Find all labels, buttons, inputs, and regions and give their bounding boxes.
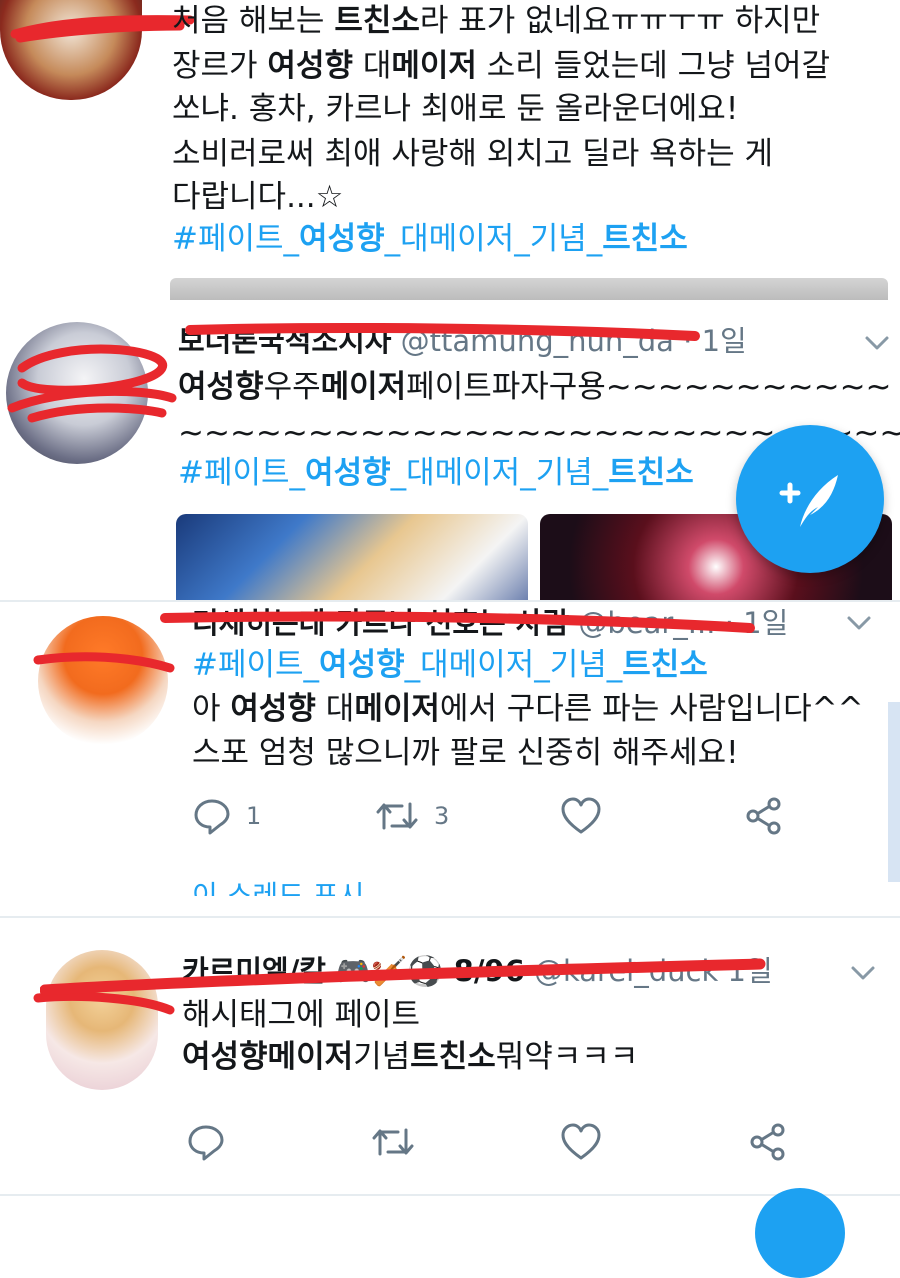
avatar[interactable] bbox=[0, 0, 142, 100]
tweet-text-line: 장르가 여성향 대메이저 소리 들었는데 그냥 넘어갈 bbox=[172, 48, 831, 84]
divider bbox=[0, 1194, 900, 1196]
tweet-text-line: 쏘냐. 홍차, 카르나 최애로 둔 올라운더에요! bbox=[172, 91, 739, 127]
reply-button[interactable]: 1 bbox=[192, 796, 261, 836]
tweet-text-line: 아 여성향 대메이저에서 구다른 파는 사람입니다^^ bbox=[192, 691, 864, 727]
show-thread-link[interactable]: 이 스레드 표시 bbox=[192, 874, 364, 896]
hashtag-link[interactable]: #페이트_여성향_대메이저_기념_트친소 bbox=[172, 218, 688, 260]
reply-icon bbox=[194, 799, 230, 835]
retweet-icon bbox=[376, 802, 418, 830]
author-handle[interactable]: @karel_duck bbox=[534, 954, 718, 988]
tweet-text-line: 스포 엄청 많으니까 팔로 신중히 해주세요! bbox=[192, 735, 739, 771]
tweet-text-line: 여성향우주메이저페이트파자구용~~~~~~~~~~~ bbox=[178, 369, 892, 405]
reply-button[interactable] bbox=[186, 1122, 226, 1162]
avatar[interactable] bbox=[6, 322, 148, 464]
share-button[interactable] bbox=[748, 1122, 788, 1162]
tweet-header: 카르미엘/칼 🎮🏏⚽ 8/96 @karel_duck 1일 bbox=[182, 950, 773, 992]
reply-count: 1 bbox=[246, 802, 262, 830]
avatar[interactable] bbox=[38, 616, 168, 746]
share-icon bbox=[750, 1123, 785, 1161]
tweet-4[interactable]: 카르미엘/칼 🎮🏏⚽ 8/96 @karel_duck 1일 해시태그에 페이트… bbox=[0, 918, 900, 1200]
tweet-time: 1일 bbox=[727, 954, 773, 988]
tweet-3[interactable]: 리세히는데 카르나 선호는 사람 @bear_... · 1일 #페이트_여성향… bbox=[0, 600, 900, 918]
tweet-header: 리세히는데 카르나 선호는 사람 @bear_... · 1일 bbox=[192, 602, 788, 644]
tweet-text-line: 소비러로써 최애 사랑해 외치고 딜라 욕하는 게 bbox=[172, 136, 774, 172]
tweet-text-line: 다랍니다...☆ bbox=[172, 179, 344, 215]
retweet-button[interactable] bbox=[370, 1122, 416, 1162]
author-name[interactable]: 보더론국적소지자 bbox=[178, 324, 391, 358]
compose-tweet-icon bbox=[779, 475, 838, 527]
like-icon bbox=[561, 797, 601, 834]
share-button[interactable] bbox=[744, 796, 784, 836]
tweet-header: 보더론국적소지자 @ttamung_nun_da · 1일 bbox=[178, 320, 747, 362]
chevron-down-icon[interactable] bbox=[862, 328, 892, 358]
share-icon bbox=[746, 797, 781, 835]
hashtag-link[interactable]: #페이트_여성향_대메이저_기념_트친소 bbox=[178, 452, 694, 494]
retweet-count: 3 bbox=[434, 802, 450, 830]
tweet-1[interactable]: 처음 해보는 트친소라 표가 없네요ㅠㅠㅜㅠ 하지만 장르가 여성향 대메이저 … bbox=[0, 0, 900, 300]
tweet-text-line: 여성향메이저기념트친소뭐약ㅋㅋㅋ bbox=[182, 1039, 639, 1075]
avatar[interactable] bbox=[46, 950, 158, 1090]
tweet-text-line: 처음 해보는 트친소라 표가 없네요ㅠㅠㅜㅠ 하지만 bbox=[172, 3, 821, 39]
scrollbar[interactable] bbox=[888, 702, 900, 882]
like-button[interactable] bbox=[560, 1122, 602, 1162]
tweet-text-line: 해시태그에 페이트 bbox=[182, 997, 421, 1033]
retweet-button[interactable]: 3 bbox=[374, 796, 449, 836]
like-button[interactable] bbox=[560, 796, 602, 836]
chevron-down-icon[interactable] bbox=[848, 958, 878, 988]
like-icon bbox=[561, 1123, 601, 1160]
retweet-icon bbox=[372, 1128, 414, 1156]
author-name[interactable]: 카르미엘/칼 bbox=[182, 954, 326, 988]
tweet-time: · 1일 bbox=[683, 324, 747, 358]
reply-icon bbox=[188, 1125, 224, 1161]
author-name[interactable]: 리세히는데 카르나 선호는 사람 bbox=[192, 606, 569, 640]
compose-tweet-button-partial[interactable] bbox=[755, 1188, 845, 1278]
hashtag-link[interactable]: #페이트_여성향_대메이저_기념_트친소 bbox=[192, 644, 708, 686]
media-preview-strip[interactable] bbox=[170, 278, 888, 300]
media-thumbnail[interactable] bbox=[176, 514, 528, 602]
chevron-down-icon[interactable] bbox=[844, 608, 874, 638]
tweet-time: · 1일 bbox=[724, 606, 789, 640]
author-handle[interactable]: @ttamung_nun_da bbox=[401, 324, 674, 358]
author-name-emoji: 🎮🏏⚽ 8/96 bbox=[335, 954, 525, 988]
compose-tweet-button[interactable] bbox=[736, 425, 884, 573]
author-handle[interactable]: @bear_... bbox=[578, 606, 715, 640]
